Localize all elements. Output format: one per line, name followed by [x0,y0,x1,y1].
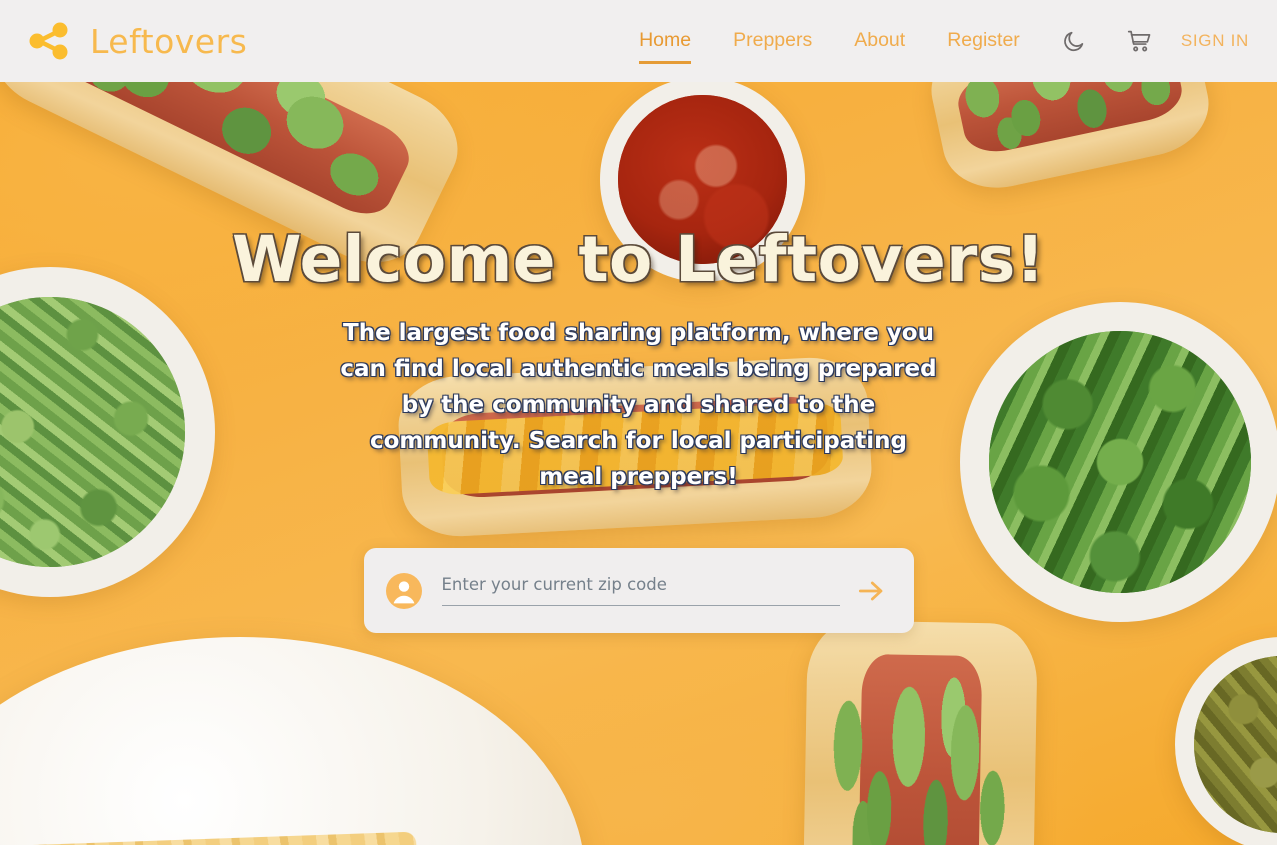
zip-input-wrapper [441,575,840,606]
shopping-cart-icon [1126,28,1153,55]
food-hotdog-cilantro-bottom [802,620,1038,845]
brand-name: Leftovers [90,21,248,61]
arrow-right-icon [855,575,887,607]
share-nodes-icon [24,16,74,66]
dark-mode-toggle[interactable] [1041,29,1106,54]
cart-button[interactable] [1106,28,1173,55]
nav-item-preppers[interactable]: Preppers [712,31,833,51]
main-navigation: Home Preppers About Register SIGN IN [618,0,1277,82]
sign-in-button[interactable]: SIGN IN [1173,31,1255,51]
nav-item-home[interactable]: Home [618,31,712,63]
site-header: Leftovers Home Preppers About Register S… [0,0,1277,82]
zip-code-input[interactable] [441,575,840,606]
account-circle-icon [385,572,422,609]
zip-search-card [363,548,914,633]
hero-content: Welcome to Leftovers! The largest food s… [0,82,1277,633]
nav-item-about[interactable]: About [833,31,926,51]
hero-subtitle: The largest food sharing platform, where… [340,320,937,490]
hero-title: Welcome to Leftovers! [231,223,1046,296]
moon-icon [1061,29,1086,54]
zip-search-submit-button[interactable] [848,568,894,614]
nav-item-register[interactable]: Register [926,31,1041,51]
brand-logo[interactable]: Leftovers [24,16,247,66]
hero-section: Welcome to Leftovers! The largest food s… [0,82,1277,845]
